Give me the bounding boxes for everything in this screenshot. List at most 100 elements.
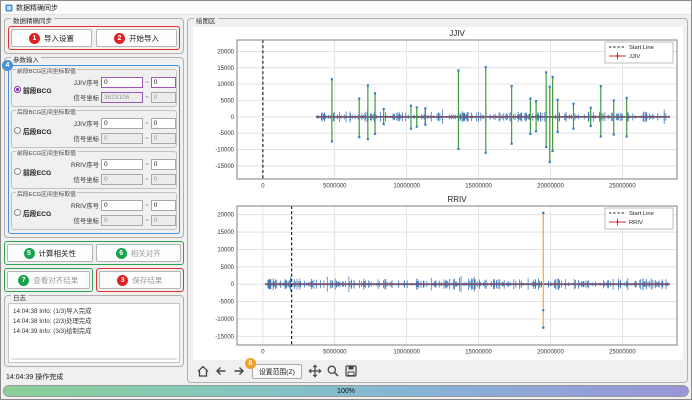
correlation-annotation-frame: 5 计算相关性 6 相关对齐 bbox=[4, 241, 184, 265]
home-icon[interactable] bbox=[195, 364, 210, 379]
figure-canvas: -15000-10000-500005000100001500020000050… bbox=[193, 27, 682, 360]
log-line: 14:04:38 Info: (2/3)处理完成 bbox=[13, 317, 175, 327]
back-bcg-coord-to-input[interactable] bbox=[151, 133, 176, 144]
back-ecg-rriv-to-input[interactable] bbox=[151, 200, 176, 211]
rriv-chart: -15000-10000-500005000100001500020000050… bbox=[193, 193, 683, 359]
save-result-annotation-frame: 3 保存结果 bbox=[96, 268, 185, 292]
correlation-align-label: 相关对齐 bbox=[131, 248, 161, 259]
back-bcg-jjiv-to-input[interactable] bbox=[151, 118, 176, 129]
set-range-label: 设置范围(Z) bbox=[259, 366, 295, 376]
forward-icon[interactable] bbox=[231, 364, 246, 379]
radio-back-bcg[interactable]: 后段BCG bbox=[14, 126, 61, 136]
plot-toolbar: 8 设置范围(Z) bbox=[193, 360, 682, 380]
correlation-align-button[interactable]: 6 相关对齐 bbox=[96, 244, 182, 262]
import-settings-button[interactable]: 1 导入设置 bbox=[11, 29, 92, 47]
param-section-front-bcg: 前段BCG区间坐标取值 前段BCG JJIV序号 ~ bbox=[11, 69, 177, 107]
main-area: 数据精确同步 1 导入设置 2 开始导入 参数输入 4 bbox=[1, 15, 691, 384]
param-group-title: 参数输入 bbox=[11, 54, 41, 64]
log-group: 日志 14:04:38 Info: (1/3)导入完成 14:04:38 Inf… bbox=[4, 295, 184, 367]
action-row-2: 7 查看对齐结果 3 保存结果 bbox=[4, 268, 184, 292]
step-badge-5: 5 bbox=[24, 248, 35, 259]
front-bcg-coord-from-input[interactable] bbox=[101, 92, 143, 103]
jjiv-chart: -15000-10000-500005000100001500020000050… bbox=[193, 27, 683, 193]
front-ecg-rriv-from-input[interactable] bbox=[101, 159, 143, 170]
svg-text:-10000: -10000 bbox=[215, 148, 234, 154]
svg-text:-5000: -5000 bbox=[219, 300, 235, 306]
log-group-title: 日志 bbox=[11, 292, 28, 302]
plot-group-title: 绘图区 bbox=[194, 15, 218, 25]
set-range-button[interactable]: 8 设置范围(Z) bbox=[252, 364, 302, 379]
view-align-result-button[interactable]: 7 查看对齐结果 bbox=[7, 271, 90, 289]
log-line: 14:04:39 Info: (3/3)绘制完成 bbox=[13, 327, 175, 337]
back-ecg-coord-from-input[interactable] bbox=[101, 215, 143, 226]
param-annotation-frame: 4 前段BCG区间坐标取值 前段BCG JJIV序号 bbox=[8, 65, 180, 234]
radio-front-bcg[interactable]: 前段BCG bbox=[14, 85, 61, 95]
svg-text:JJIV: JJIV bbox=[629, 54, 640, 60]
zoom-icon[interactable] bbox=[326, 364, 341, 379]
svg-text:15000000: 15000000 bbox=[465, 184, 492, 190]
compute-correlation-button[interactable]: 5 计算相关性 bbox=[7, 244, 93, 262]
action-row-1: 5 计算相关性 6 相关对齐 bbox=[4, 241, 184, 265]
front-ecg-coord-from-input[interactable] bbox=[101, 174, 143, 185]
svg-text:5000000: 5000000 bbox=[323, 350, 347, 356]
svg-text:-15000: -15000 bbox=[215, 334, 234, 340]
svg-text:10000000: 10000000 bbox=[393, 184, 420, 190]
param-section-front-ecg: 前段ECG区间坐标取值 前段ECG RRIV序号 ~ bbox=[11, 151, 177, 189]
start-import-label: 开始导入 bbox=[129, 33, 159, 44]
radio-front-ecg[interactable]: 前段ECG bbox=[14, 167, 61, 177]
app-window: 数据精确同步 数据精确同步 1 导入设置 2 开始导入 bbox=[0, 0, 692, 400]
sync-group: 数据精确同步 1 导入设置 2 开始导入 bbox=[4, 18, 184, 54]
save-result-button[interactable]: 3 保存结果 bbox=[99, 271, 182, 289]
back-ecg-coord-to-input[interactable] bbox=[151, 215, 176, 226]
front-ecg-rriv-to-input[interactable] bbox=[151, 159, 176, 170]
progress-bar: 100% bbox=[3, 385, 689, 397]
radio-icon[interactable] bbox=[14, 86, 21, 93]
pan-icon[interactable] bbox=[308, 364, 323, 379]
svg-text:10000: 10000 bbox=[217, 247, 234, 253]
log-output[interactable]: 14:04:38 Info: (1/3)导入完成 14:04:38 Info: … bbox=[8, 303, 180, 363]
svg-text:15000000: 15000000 bbox=[465, 350, 492, 356]
progress-value: 100% bbox=[337, 388, 355, 395]
save-icon[interactable] bbox=[344, 364, 359, 379]
svg-text:Start Line: Start Line bbox=[629, 45, 654, 51]
front-ecg-coord-to-input[interactable] bbox=[151, 174, 176, 185]
svg-text:25000000: 25000000 bbox=[609, 184, 636, 190]
svg-text:20000000: 20000000 bbox=[537, 184, 564, 190]
step-badge-2: 2 bbox=[114, 33, 125, 44]
svg-text:15000: 15000 bbox=[217, 66, 234, 72]
svg-text:JJIV: JJIV bbox=[449, 29, 465, 38]
back-icon[interactable] bbox=[213, 364, 228, 379]
app-icon bbox=[5, 4, 13, 12]
status-text: 14:04:39 操作完成 bbox=[4, 370, 184, 383]
svg-text:RRIV: RRIV bbox=[629, 220, 643, 226]
save-result-label: 保存结果 bbox=[132, 275, 162, 286]
svg-text:5000: 5000 bbox=[221, 265, 235, 271]
radio-icon[interactable] bbox=[14, 127, 21, 134]
import-settings-label: 导入设置 bbox=[44, 33, 74, 44]
front-bcg-coord-to-input[interactable] bbox=[151, 92, 176, 103]
back-bcg-jjiv-from-input[interactable] bbox=[101, 118, 143, 129]
svg-text:Start Line: Start Line bbox=[629, 211, 654, 217]
svg-text:15000: 15000 bbox=[217, 230, 234, 236]
radio-back-ecg[interactable]: 后段ECG bbox=[14, 208, 61, 218]
param-group: 参数输入 4 前段BCG区间坐标取值 前段BCG bbox=[4, 57, 184, 238]
svg-text:20000: 20000 bbox=[217, 49, 234, 55]
log-line: 14:04:38 Info: (1/3)导入完成 bbox=[13, 307, 175, 317]
svg-text:20000: 20000 bbox=[217, 213, 234, 219]
step-badge-1: 1 bbox=[29, 33, 40, 44]
svg-text:5000000: 5000000 bbox=[323, 184, 347, 190]
front-bcg-jjiv-from-input[interactable] bbox=[101, 77, 143, 88]
svg-text:RRIV: RRIV bbox=[447, 195, 467, 204]
back-ecg-rriv-from-input[interactable] bbox=[101, 200, 143, 211]
back-bcg-coord-from-input[interactable] bbox=[101, 133, 143, 144]
titlebar: 数据精确同步 bbox=[1, 1, 691, 15]
param-section-back-bcg: 后段BCG区间坐标取值 后段BCG JJIV序号 ~ bbox=[11, 110, 177, 148]
start-import-button[interactable]: 2 开始导入 bbox=[96, 29, 177, 47]
front-bcg-jjiv-to-input[interactable] bbox=[151, 77, 176, 88]
radio-icon[interactable] bbox=[14, 209, 21, 216]
svg-text:-5000: -5000 bbox=[219, 131, 235, 137]
param-section-back-ecg: 后段ECG区间坐标取值 后段ECG RRIV序号 ~ bbox=[11, 192, 177, 230]
radio-icon[interactable] bbox=[14, 168, 21, 175]
sync-group-title: 数据精确同步 bbox=[11, 15, 54, 25]
view-align-result-label: 查看对齐结果 bbox=[33, 275, 78, 286]
